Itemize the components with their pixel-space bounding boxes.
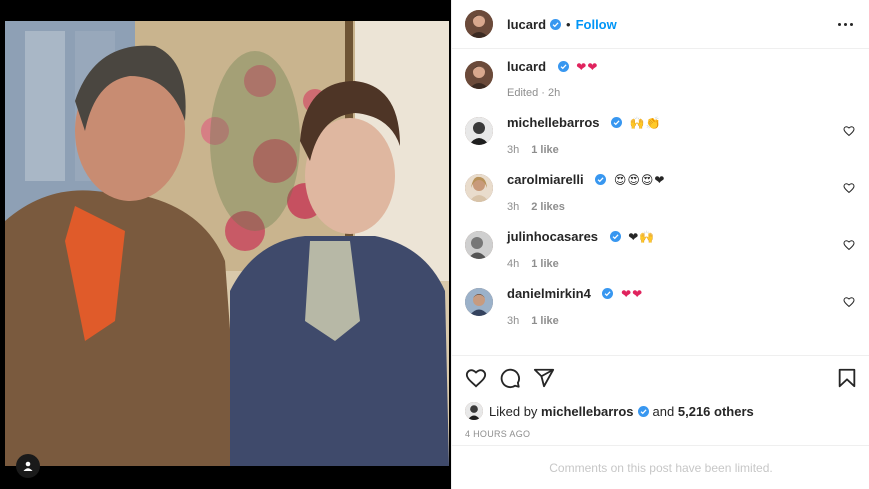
follow-button[interactable]: Follow	[576, 17, 617, 32]
more-options-icon[interactable]	[834, 19, 857, 30]
comment-time: 3h	[507, 315, 520, 327]
comment-text: ❤🙌	[628, 230, 656, 244]
comment-icon[interactable]	[499, 367, 521, 389]
caption-text: ❤❤	[576, 60, 599, 74]
liker-avatar[interactable]	[465, 402, 483, 420]
commenter-avatar[interactable]	[465, 174, 493, 202]
verified-badge-icon	[595, 174, 607, 185]
post-header: lucard • Follow	[452, 0, 869, 49]
comment-likes[interactable]: 1 like	[531, 315, 559, 327]
commenter-avatar[interactable]	[465, 117, 493, 145]
comment-heart-icon[interactable]	[843, 296, 855, 308]
photo-illustration	[5, 21, 449, 466]
comment-item: michellebarros 🙌👏 3h 1 like	[465, 115, 857, 156]
caption-username[interactable]: lucard	[507, 59, 546, 74]
comment-item: julinhocasares ❤🙌 4h 1 like	[465, 229, 857, 270]
caption-edited-time: Edited · 2h	[507, 87, 561, 99]
commenter-avatar[interactable]	[465, 288, 493, 316]
verified-badge-icon	[550, 18, 562, 30]
comment-text: ❤❤	[621, 287, 644, 301]
likes-count[interactable]: 5,216 others	[678, 404, 754, 419]
author-username[interactable]: lucard	[507, 17, 546, 32]
caption: lucard ❤❤ Edited · 2h	[465, 59, 857, 99]
comments-list[interactable]: lucard ❤❤ Edited · 2h michellebarros 🙌👏 …	[452, 49, 869, 355]
post-actions-bar	[452, 355, 869, 399]
heart-icon[interactable]	[465, 367, 487, 389]
verified-badge-icon	[609, 231, 621, 242]
post-timestamp[interactable]: 4 HOURS AGO	[465, 429, 530, 439]
comment-likes[interactable]: 1 like	[531, 144, 559, 156]
commenter-avatar[interactable]	[465, 231, 493, 259]
post-side-panel: lucard • Follow lucard ❤❤ Edited · 2h mi…	[451, 0, 869, 489]
comment-item: danielmirkin4 ❤❤ 3h 1 like	[465, 286, 857, 327]
comment-heart-icon[interactable]	[843, 182, 855, 194]
bookmark-icon[interactable]	[836, 367, 858, 389]
likes-summary: Liked by michellebarros and 5,216 others	[465, 402, 754, 420]
post-photo[interactable]	[5, 21, 449, 466]
comment-username[interactable]: michellebarros	[507, 115, 600, 130]
verified-badge-icon	[637, 405, 649, 417]
likes-mid: and	[652, 403, 675, 419]
verified-badge-icon	[557, 61, 569, 72]
comment-username[interactable]: danielmirkin4	[507, 286, 591, 301]
comments-limited-notice: Comments on this post have been limited.	[452, 445, 869, 489]
comment-username[interactable]: carolmiarelli	[507, 172, 584, 187]
comment-username[interactable]: julinhocasares	[507, 229, 598, 244]
likes-prefix: Liked by	[489, 403, 538, 419]
author-avatar[interactable]	[465, 10, 493, 38]
post-media[interactable]	[0, 0, 451, 489]
user-tag-icon[interactable]	[16, 454, 40, 478]
comment-likes[interactable]: 2 likes	[531, 201, 565, 213]
comment-item: carolmiarelli 😍😍😍❤ 3h 2 likes	[465, 172, 857, 213]
comment-time: 3h	[507, 201, 520, 213]
comment-time: 4h	[507, 258, 520, 270]
verified-badge-icon	[602, 288, 614, 299]
comment-text: 😍😍😍❤	[613, 173, 666, 187]
comment-likes[interactable]: 1 like	[531, 258, 559, 270]
liker-username[interactable]: michellebarros	[541, 404, 634, 419]
comment-heart-icon[interactable]	[843, 125, 855, 137]
comment-time: 3h	[507, 144, 520, 156]
verified-badge-icon	[611, 117, 623, 128]
share-icon[interactable]	[533, 367, 555, 389]
comment-text: 🙌👏	[629, 116, 662, 130]
author-avatar[interactable]	[465, 61, 493, 89]
separator-dot: •	[566, 16, 571, 32]
comment-heart-icon[interactable]	[843, 239, 855, 251]
